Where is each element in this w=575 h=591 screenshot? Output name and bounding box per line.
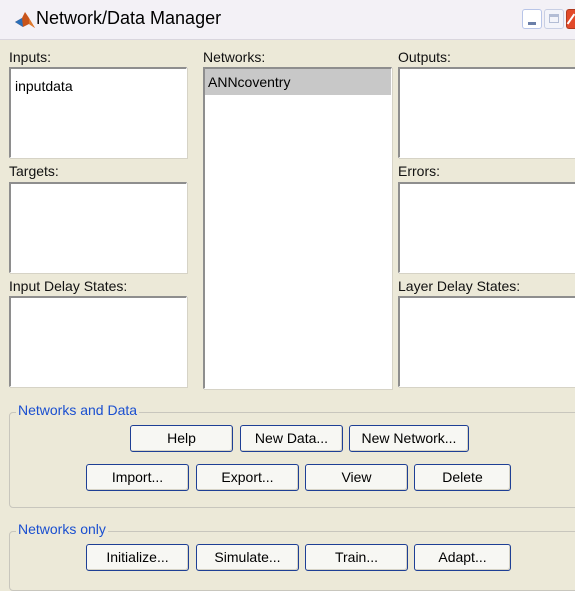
networks-list[interactable]: ANNcoventry	[203, 67, 392, 389]
layer-delay-states-list[interactable]	[398, 296, 575, 387]
networks-label: Networks:	[203, 49, 266, 65]
inputs-label: Inputs:	[9, 49, 52, 65]
input-delay-states-list[interactable]	[9, 296, 187, 387]
export-button[interactable]: Export...	[196, 464, 299, 491]
targets-list[interactable]	[9, 182, 187, 273]
new-network-button[interactable]: New Network...	[349, 425, 469, 452]
outputs-label: Outputs:	[398, 49, 451, 65]
inputs-list[interactable]: inputdata	[9, 67, 187, 158]
targets-label: Targets:	[9, 163, 59, 179]
matlab-logo-icon	[15, 12, 35, 28]
delete-button[interactable]: Delete	[414, 464, 511, 491]
help-button[interactable]: Help	[130, 425, 233, 452]
layer-delay-states-label: Layer Delay States:	[398, 278, 521, 294]
view-button[interactable]: View	[305, 464, 408, 491]
maximize-button[interactable]	[544, 9, 564, 29]
errors-label: Errors:	[398, 163, 440, 179]
initialize-button[interactable]: Initialize...	[86, 544, 189, 571]
input-delay-states-label: Input Delay States:	[9, 278, 128, 294]
import-button[interactable]: Import...	[86, 464, 189, 491]
train-button[interactable]: Train...	[305, 544, 408, 571]
new-data-button[interactable]: New Data...	[240, 425, 343, 452]
list-item[interactable]: ANNcoventry	[205, 69, 391, 95]
errors-list[interactable]	[398, 182, 575, 273]
networks-and-data-title: Networks and Data	[16, 402, 140, 418]
title-bar[interactable]: Network/Data Manager	[0, 0, 575, 40]
adapt-button[interactable]: Adapt...	[414, 544, 511, 571]
close-button[interactable]	[566, 9, 575, 29]
networks-only-title: Networks only	[16, 521, 108, 537]
window-title: Network/Data Manager	[36, 8, 222, 28]
list-item[interactable]: inputdata	[13, 78, 73, 94]
minimize-button[interactable]	[522, 9, 542, 29]
outputs-list[interactable]	[398, 67, 575, 158]
simulate-button[interactable]: Simulate...	[196, 544, 299, 571]
